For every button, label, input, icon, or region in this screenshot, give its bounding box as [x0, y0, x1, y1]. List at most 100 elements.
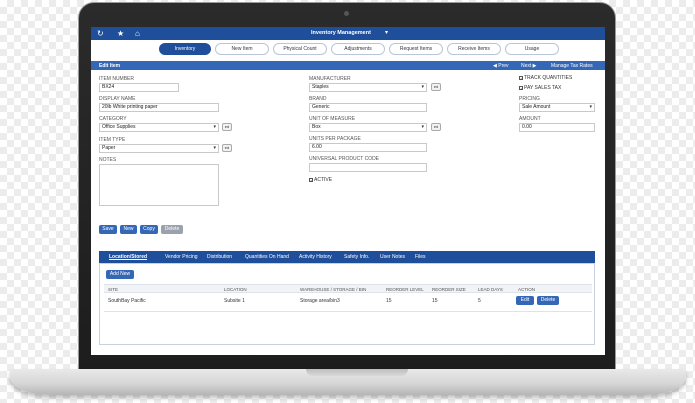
tab-safety-info[interactable]: Safety Info.	[344, 254, 369, 260]
tab-distribution[interactable]: Distribution	[207, 254, 232, 260]
prev-link[interactable]: ◀ Prev	[493, 63, 509, 69]
amount-label: Amount	[519, 116, 541, 122]
laptop-bezel: ↻ ★ ⌂ Inventory Management ▾ Inventory N…	[78, 2, 616, 370]
add-new-button[interactable]: Add New	[106, 270, 134, 279]
edit-item-title: Edit Item	[99, 63, 121, 69]
manage-tax-rates-link[interactable]: Manage Tax Rates	[551, 63, 593, 69]
unit-edit-button[interactable]: ed	[431, 123, 441, 131]
lead-days-cell: 5	[478, 298, 481, 304]
tab-activity-history[interactable]: Activity History	[299, 254, 332, 260]
manufacturer-value: Staples	[312, 84, 329, 90]
category-select[interactable]: Office Supplies ▾	[99, 123, 219, 132]
edit-item-header: Edit Item ◀ Prev Next ▶ Manage Tax Rates	[91, 61, 605, 70]
notes-label: Notes	[99, 157, 117, 163]
chevron-down-icon: ▾	[589, 104, 592, 110]
notes-textarea[interactable]	[99, 164, 219, 206]
location-panel: Add New Site Location Warehouse / Storag…	[99, 263, 595, 345]
active-checkbox[interactable]: ✓Active	[309, 177, 332, 183]
column-header: Site	[108, 287, 119, 292]
chevron-down-icon: ▾	[421, 124, 424, 130]
tab-receive-items[interactable]: Receive Items	[447, 43, 501, 55]
edit-row-button[interactable]: Edit	[516, 296, 534, 305]
display-name-label: Display Name	[99, 96, 136, 102]
amount-field[interactable]: 0.00	[519, 123, 595, 132]
reorder-size-cell: 15	[432, 298, 438, 304]
column-header: Reorder Size	[432, 287, 466, 292]
tab-physical-count[interactable]: Physical Count	[273, 43, 327, 55]
manufacturer-edit-button[interactable]: ed	[431, 83, 441, 91]
home-icon[interactable]: ⌂	[135, 29, 140, 38]
pricing-select[interactable]: Sale Amount ▾	[519, 103, 595, 112]
track-quantities-label: Track Quantities	[524, 75, 573, 81]
active-label: Active	[314, 177, 333, 183]
chevron-down-icon: ▾	[421, 84, 424, 90]
tab-inventory[interactable]: Inventory	[159, 43, 211, 55]
laptop-notch	[306, 369, 408, 376]
item-type-label: Item Type	[99, 137, 126, 143]
column-header: Lead Days	[478, 287, 503, 292]
item-type-edit-button[interactable]: ed	[222, 144, 232, 152]
tab-usage[interactable]: Usage	[505, 43, 559, 55]
reorder-level-cell: 15	[386, 298, 392, 304]
tab-user-notes[interactable]: User Notes	[380, 254, 405, 260]
tab-new-item[interactable]: New Item	[215, 43, 269, 55]
column-header: Warehouse / Storage / Bin	[300, 287, 367, 292]
check-icon: ✓	[519, 85, 524, 91]
item-number-field[interactable]: BX24	[99, 83, 179, 92]
column-header: Location	[224, 287, 247, 292]
history-icon[interactable]: ↻	[97, 29, 104, 38]
star-icon[interactable]: ★	[117, 29, 124, 38]
display-name-field[interactable]: 20lb White printing paper	[99, 103, 219, 112]
category-value: Office Supplies	[102, 124, 136, 130]
brand-field[interactable]: Generic	[309, 103, 427, 112]
tab-request-items[interactable]: Request Items	[389, 43, 443, 55]
detail-tabs: Location/Stored Vendor Pricing Distribut…	[99, 251, 595, 263]
location-table-header: Site Location Warehouse / Storage / Bin …	[104, 284, 592, 293]
pricing-value: Sale Amount	[522, 104, 551, 110]
column-header: Reorder Level	[386, 287, 424, 292]
unit-of-measure-value: Box	[312, 124, 321, 130]
unit-of-measure-label: Unit of Measure	[309, 116, 356, 122]
pay-sales-tax-label: Pay Sales Tax	[524, 85, 562, 91]
upc-field[interactable]	[309, 163, 427, 172]
save-button[interactable]: Save	[99, 225, 117, 234]
upc-label: Universal Product Code	[309, 156, 380, 162]
units-per-package-field[interactable]: 6.00	[309, 143, 427, 152]
units-per-package-label: Units per Package	[309, 136, 361, 142]
category-edit-button[interactable]: ed	[222, 123, 232, 131]
location-cell: Subsite 1	[224, 298, 245, 304]
warehouse-cell: Storage area/bin3	[300, 298, 340, 304]
track-quantities-checkbox[interactable]: ✓Track Quantities	[519, 75, 572, 81]
tab-vendor-pricing[interactable]: Vendor Pricing	[165, 254, 198, 260]
tab-quantities-on-hand[interactable]: Quantities On Hand	[245, 254, 289, 260]
brand-label: Brand	[309, 96, 327, 102]
app-header: ↻ ★ ⌂ Inventory Management ▾	[91, 27, 605, 40]
manufacturer-select[interactable]: Staples ▾	[309, 83, 427, 92]
item-type-value: Paper	[102, 145, 116, 151]
column-header: Action	[518, 287, 536, 292]
check-icon: ✓	[519, 75, 524, 81]
unit-of-measure-select[interactable]: Box ▾	[309, 123, 427, 132]
category-label: Category	[99, 116, 127, 122]
next-link[interactable]: Next ▶	[521, 63, 537, 69]
site-cell: SouthBay Pacific	[108, 298, 146, 304]
camera-dot	[344, 11, 349, 16]
check-icon: ✓	[309, 177, 314, 183]
chevron-down-icon: ▾	[213, 145, 216, 151]
delete-button[interactable]: Delete	[161, 225, 183, 234]
item-number-label: Item Number	[99, 76, 134, 82]
chevron-down-icon[interactable]: ▾	[385, 29, 388, 36]
main-tabs: Inventory New Item Physical Count Adjust…	[91, 43, 605, 57]
laptop-base	[10, 369, 686, 395]
tab-location-stored[interactable]: Location/Stored	[109, 254, 147, 260]
tab-files[interactable]: Files	[415, 254, 426, 260]
app-screen: ↻ ★ ⌂ Inventory Management ▾ Inventory N…	[91, 27, 605, 355]
delete-row-button[interactable]: Delete	[537, 296, 559, 305]
pay-sales-tax-checkbox[interactable]: ✓Pay Sales Tax	[519, 85, 561, 91]
tab-adjustments[interactable]: Adjustments	[331, 43, 385, 55]
copy-button[interactable]: Copy	[140, 225, 158, 234]
manufacturer-label: Manufacturer	[309, 76, 351, 82]
new-button[interactable]: New	[120, 225, 137, 234]
item-type-select[interactable]: Paper ▾	[99, 144, 219, 153]
app-title: Inventory Management	[311, 30, 371, 36]
